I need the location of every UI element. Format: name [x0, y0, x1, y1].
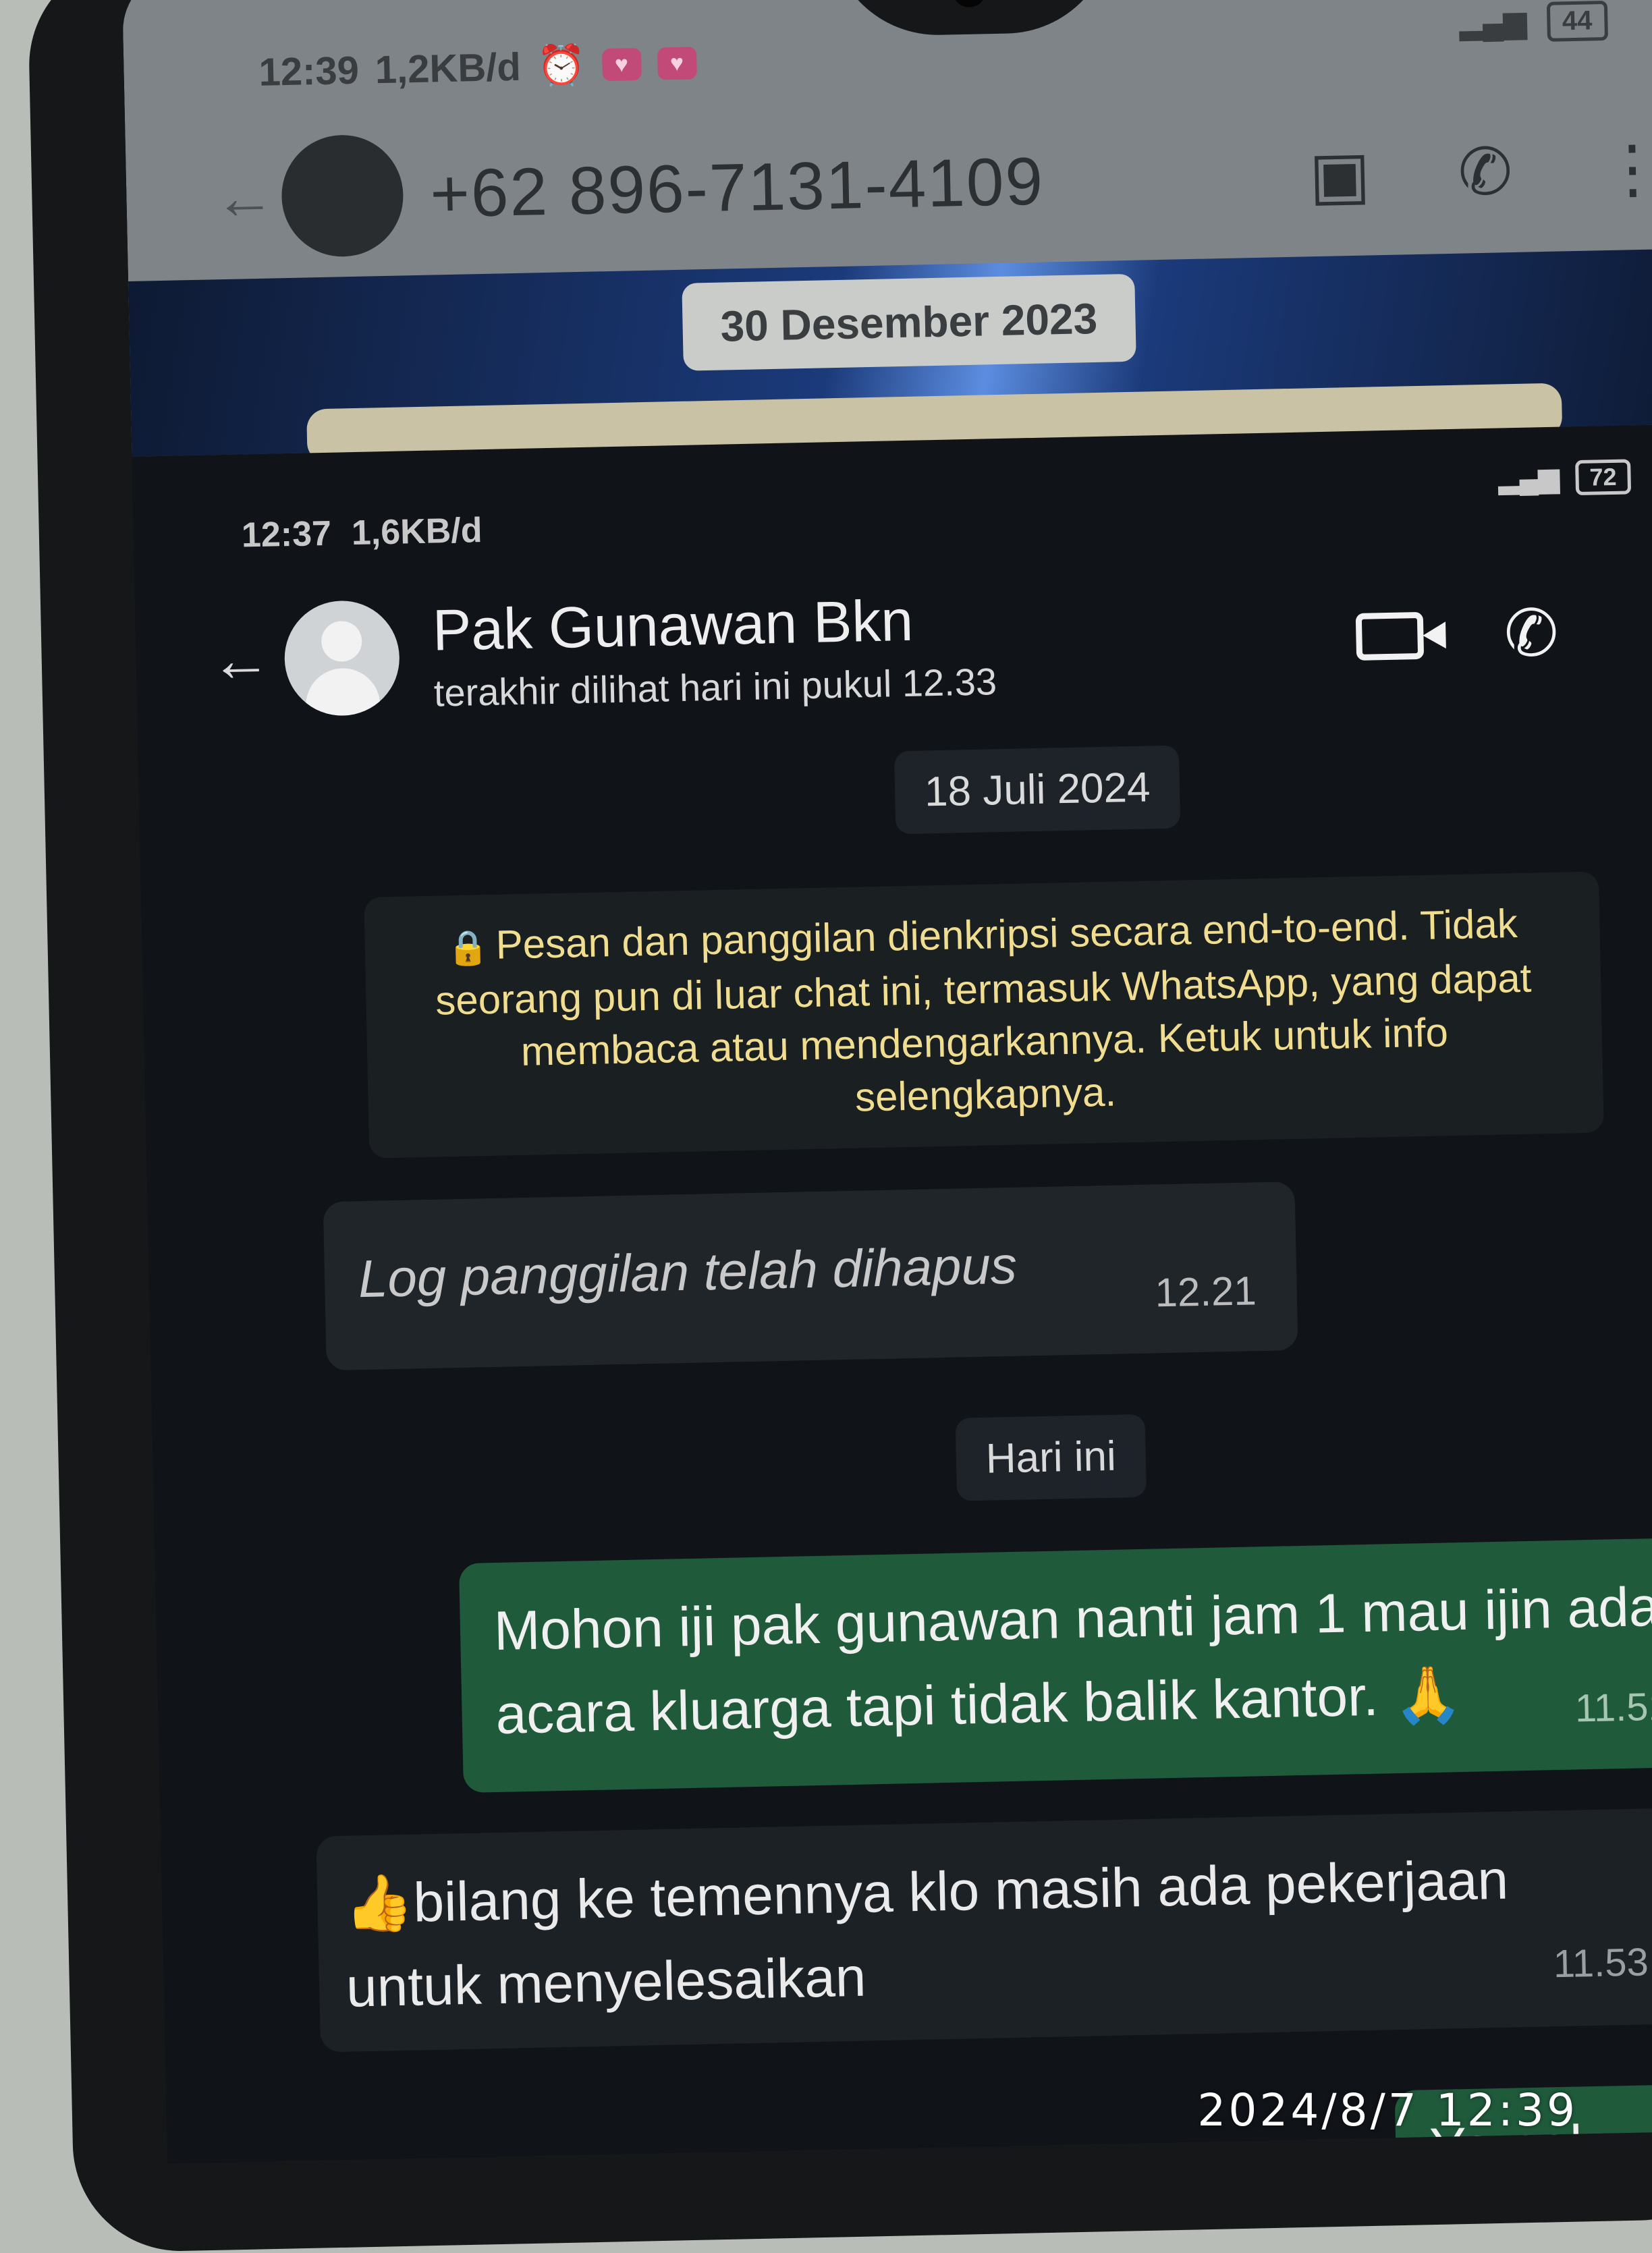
- contact-avatar[interactable]: [283, 599, 401, 717]
- video-call-icon[interactable]: ▣: [1309, 136, 1371, 213]
- avatar-head: [321, 620, 362, 663]
- incoming-message[interactable]: 👍bilang ke temennya klo masih ada pekerj…: [316, 1808, 1652, 2053]
- top-status-speed: 1,2KB/d: [375, 45, 522, 92]
- encryption-notice-text: Pesan dan panggilan dienkripsi secara en…: [435, 901, 1532, 1120]
- signal-icon: ▂▄▆: [1459, 5, 1527, 40]
- signal-icon: ▂▄▆: [1498, 463, 1560, 495]
- back-arrow-icon[interactable]: ←: [213, 163, 282, 233]
- voice-call-button[interactable]: ✆: [1504, 595, 1560, 672]
- date-chip-today: Hari ini: [955, 1414, 1147, 1501]
- contact-phone-number: +62 896-7131-4109: [429, 143, 1045, 232]
- top-status-bar: 12:39 1,2KB/d ⏰ ♥ ♥: [258, 40, 697, 95]
- call-log-deleted-message[interactable]: Log panggilan telah dihapus 12.21: [323, 1181, 1298, 1371]
- video-call-button[interactable]: [1355, 611, 1424, 661]
- app-notification-icon: ♥: [601, 47, 642, 82]
- call-log-text: Log panggilan telah dihapus: [358, 1235, 1018, 1309]
- camera-notch: [829, 0, 1116, 38]
- message-time: 11.53: [1553, 1940, 1649, 1986]
- outgoing-message[interactable]: Mohon iji pak gunawan nanti jam 1 mau ij…: [458, 1536, 1652, 1793]
- date-chip: 30 Desember 2023: [682, 273, 1136, 371]
- phone-screen: 12:39 1,2KB/d ⏰ ♥ ♥ ▂▄▆ 44 ← +62 896-713…: [121, 0, 1652, 2164]
- last-seen-status: terakhir dilihat hari ini pukul 12.33: [433, 660, 997, 715]
- alarm-icon: ⏰: [536, 43, 586, 88]
- status-bar: 12:37 1,6KB/d: [241, 510, 483, 555]
- contact-info[interactable]: Pak Gunawan Bkn terakhir dilihat hari in…: [432, 580, 1276, 715]
- avatar-body: [305, 667, 381, 717]
- video-call-icon: [1355, 611, 1424, 661]
- top-status-time: 12:39: [258, 48, 360, 94]
- contact-name: Pak Gunawan Bkn: [431, 588, 914, 663]
- battery-icon: 72: [1574, 459, 1632, 496]
- phone-icon: ✆: [1503, 596, 1560, 671]
- app-notification-icon-2: ♥: [657, 47, 697, 80]
- avatar[interactable]: [280, 134, 405, 258]
- lock-icon: 🔒: [446, 928, 490, 968]
- message-time: 12.21: [1154, 1268, 1257, 1316]
- status-time: 12:37: [241, 513, 332, 555]
- add-call-icon[interactable]: ✆: [1457, 134, 1514, 211]
- message-time: 11.51: [1574, 1684, 1652, 1731]
- phone-frame: 12:39 1,2KB/d ⏰ ♥ ♥ ▂▄▆ 44 ← +62 896-713…: [27, 0, 1652, 2253]
- more-options-icon[interactable]: ⋮: [1632, 594, 1652, 667]
- chat-header: ← Pak Gunawan Bkn terakhir dilihat hari …: [209, 565, 1652, 725]
- message-text: 👍bilang ke temennya klo masih ada pekerj…: [343, 1849, 1509, 2019]
- date-chip: 18 Juli 2024: [893, 745, 1181, 835]
- more-options-icon[interactable]: ⋮: [1599, 130, 1652, 207]
- status-speed: 1,6KB/d: [351, 511, 483, 553]
- top-status-icons: ▂▄▆ 44: [1459, 0, 1609, 44]
- message-text: Mohon iji pak gunawan nanti jam 1 mau ij…: [493, 1576, 1652, 1746]
- previous-screenshot: 12:39 1,2KB/d ⏰ ♥ ♥ ▂▄▆ 44 ← +62 896-713…: [121, 0, 1652, 464]
- chat-screen: 12:37 1,6KB/d ▂▄▆ 72 ← Pak Gunawan Bkn t…: [132, 424, 1652, 2164]
- photo-timestamp: 2024/8/7 12:39: [1197, 2084, 1578, 2136]
- encryption-notice[interactable]: 🔒 Pesan dan panggilan dienkripsi secara e…: [364, 871, 1604, 1159]
- status-icons: ▂▄▆ 72: [1498, 459, 1632, 497]
- battery-icon: 44: [1546, 0, 1609, 42]
- back-arrow-icon[interactable]: ←: [210, 625, 285, 696]
- top-chat-header: ← +62 896-7131-4109 ▣ ✆ ⋮: [213, 101, 1652, 266]
